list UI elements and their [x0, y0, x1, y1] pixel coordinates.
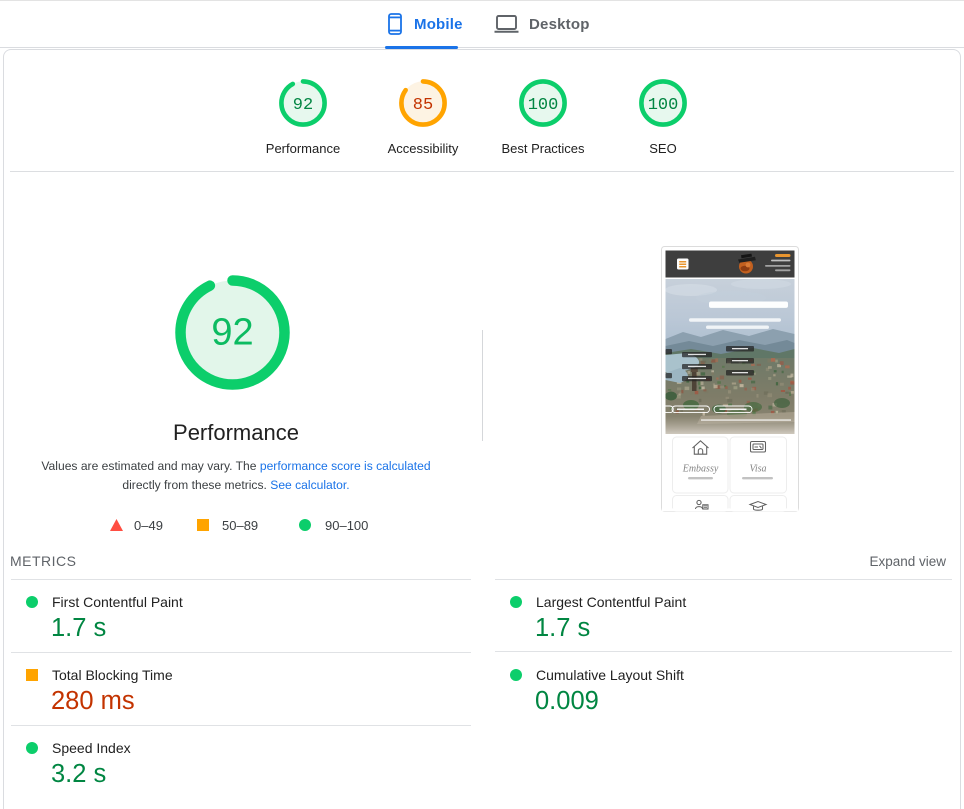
svg-text:100: 100	[528, 96, 559, 115]
svg-text:92: 92	[211, 312, 253, 354]
svg-text:92: 92	[293, 96, 313, 115]
svg-text:Embassy: Embassy	[682, 464, 719, 475]
svg-text:Visa: Visa	[749, 464, 766, 475]
svg-text:85: 85	[413, 96, 433, 115]
svg-text:100: 100	[648, 96, 679, 115]
